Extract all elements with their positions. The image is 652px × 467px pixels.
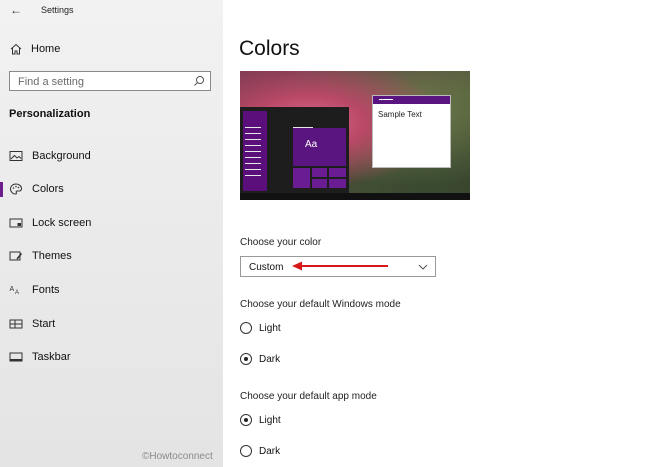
app-title: Settings (41, 5, 74, 15)
home-nav-item[interactable]: Home (10, 41, 60, 57)
radio-circle[interactable] (240, 445, 252, 457)
preview-sample-text: Sample Text (378, 110, 422, 119)
preview-menu-line (245, 151, 261, 152)
lock-screen-icon (9, 218, 23, 228)
sidebar-item-lock-screen[interactable]: Lock screen (0, 212, 223, 234)
preview-tile (329, 179, 346, 188)
sidebar-item-label: Colors (32, 183, 64, 195)
sidebar-item-label: Fonts (32, 284, 60, 296)
preview-menu-line (245, 175, 261, 176)
preview-menu-line (245, 139, 261, 140)
start-icon (9, 319, 23, 329)
preview-menu-line (245, 127, 261, 128)
app-mode-label: Choose your default app mode (240, 391, 377, 402)
taskbar-icon (9, 352, 23, 362)
sidebar-item-fonts[interactable]: A A Fonts (0, 279, 223, 301)
preview-start-menu: Aa (240, 107, 349, 193)
choose-color-label: Choose your color (240, 237, 322, 248)
windows-mode-dark-radio[interactable]: Dark (240, 353, 280, 365)
preview-tile (312, 168, 327, 177)
page-title: Colors (239, 37, 300, 60)
search-box[interactable] (9, 71, 211, 91)
svg-text:A: A (10, 286, 15, 293)
image-icon (9, 151, 23, 161)
preview-menu-line (245, 169, 261, 170)
sidebar-item-background[interactable]: Background (0, 145, 223, 167)
radio-label: Dark (259, 353, 281, 365)
dropdown-value: Custom (249, 262, 284, 273)
radio-circle-selected[interactable] (240, 414, 252, 426)
search-icon[interactable] (193, 75, 205, 87)
radio-label: Light (259, 414, 281, 426)
radio-circle-selected[interactable] (240, 353, 252, 365)
radio-circle[interactable] (240, 322, 252, 334)
title-bar: ← Settings (0, 0, 223, 22)
watermark: ©Howtoconnect (142, 451, 213, 462)
sidebar-item-themes[interactable]: Themes (0, 245, 223, 267)
annotation-arrow (292, 261, 388, 271)
preview-window-titlebar (373, 96, 450, 104)
sidebar-item-colors[interactable]: Colors (0, 178, 223, 200)
sidebar-item-label: Background (32, 150, 91, 162)
sidebar-item-label: Start (32, 318, 56, 330)
preview-menu-line (245, 133, 261, 134)
windows-mode-label: Choose your default Windows mode (240, 299, 401, 310)
preview-tile (293, 168, 310, 188)
sidebar: ← Settings Home Personalization Backgrou… (0, 0, 223, 467)
preview-taskbar (240, 193, 470, 200)
preview-tile-large: Aa (293, 128, 346, 166)
home-icon (10, 43, 22, 55)
palette-icon (9, 183, 23, 195)
chevron-down-icon (418, 264, 428, 270)
preview-tile (329, 168, 346, 177)
app-mode-dark-radio[interactable]: Dark (240, 445, 280, 457)
preview-menu-line (245, 157, 261, 158)
preview-menu-line (245, 163, 261, 164)
preview-tile-text: Aa (305, 139, 318, 150)
preview-menu-line (245, 145, 261, 146)
sidebar-item-label: Taskbar (32, 351, 71, 363)
preview-window: Sample Text (372, 95, 451, 168)
radio-label: Dark (259, 445, 281, 457)
preview-tile (312, 179, 327, 188)
sidebar-item-label: Lock screen (32, 217, 92, 229)
sidebar-item-taskbar[interactable]: Taskbar (0, 346, 223, 368)
sidebar-item-start[interactable]: Start (0, 313, 223, 335)
windows-mode-light-radio[interactable]: Light (240, 322, 281, 334)
app-mode-light-radio[interactable]: Light (240, 414, 281, 426)
theme-preview: Aa Sample Text (240, 71, 470, 200)
fonts-icon: A A (10, 286, 20, 296)
themes-icon (9, 251, 23, 261)
section-title: Personalization (9, 108, 91, 120)
back-arrow-icon[interactable]: ← (10, 3, 22, 17)
sidebar-item-label: Themes (32, 250, 72, 262)
svg-text:A: A (15, 290, 19, 296)
search-input[interactable] (10, 73, 188, 91)
radio-label: Light (259, 322, 281, 334)
home-label: Home (31, 43, 61, 55)
